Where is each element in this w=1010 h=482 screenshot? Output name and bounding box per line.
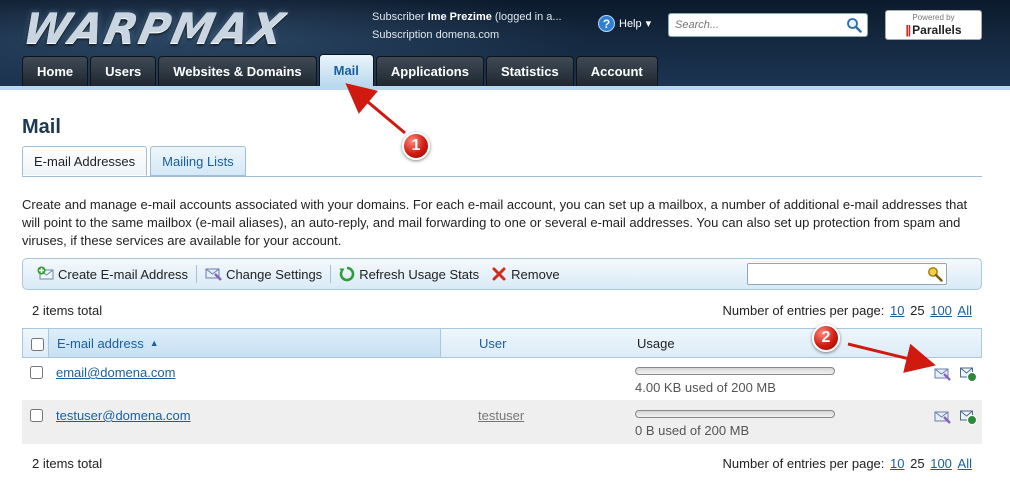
annotation-step-2: 2 — [812, 324, 840, 352]
annotation-arrow-2 — [847, 342, 936, 373]
annotation-arrows — [345, 83, 936, 373]
annotation-step-1: 1 — [402, 132, 430, 160]
annotation-arrow-1 — [345, 83, 406, 135]
